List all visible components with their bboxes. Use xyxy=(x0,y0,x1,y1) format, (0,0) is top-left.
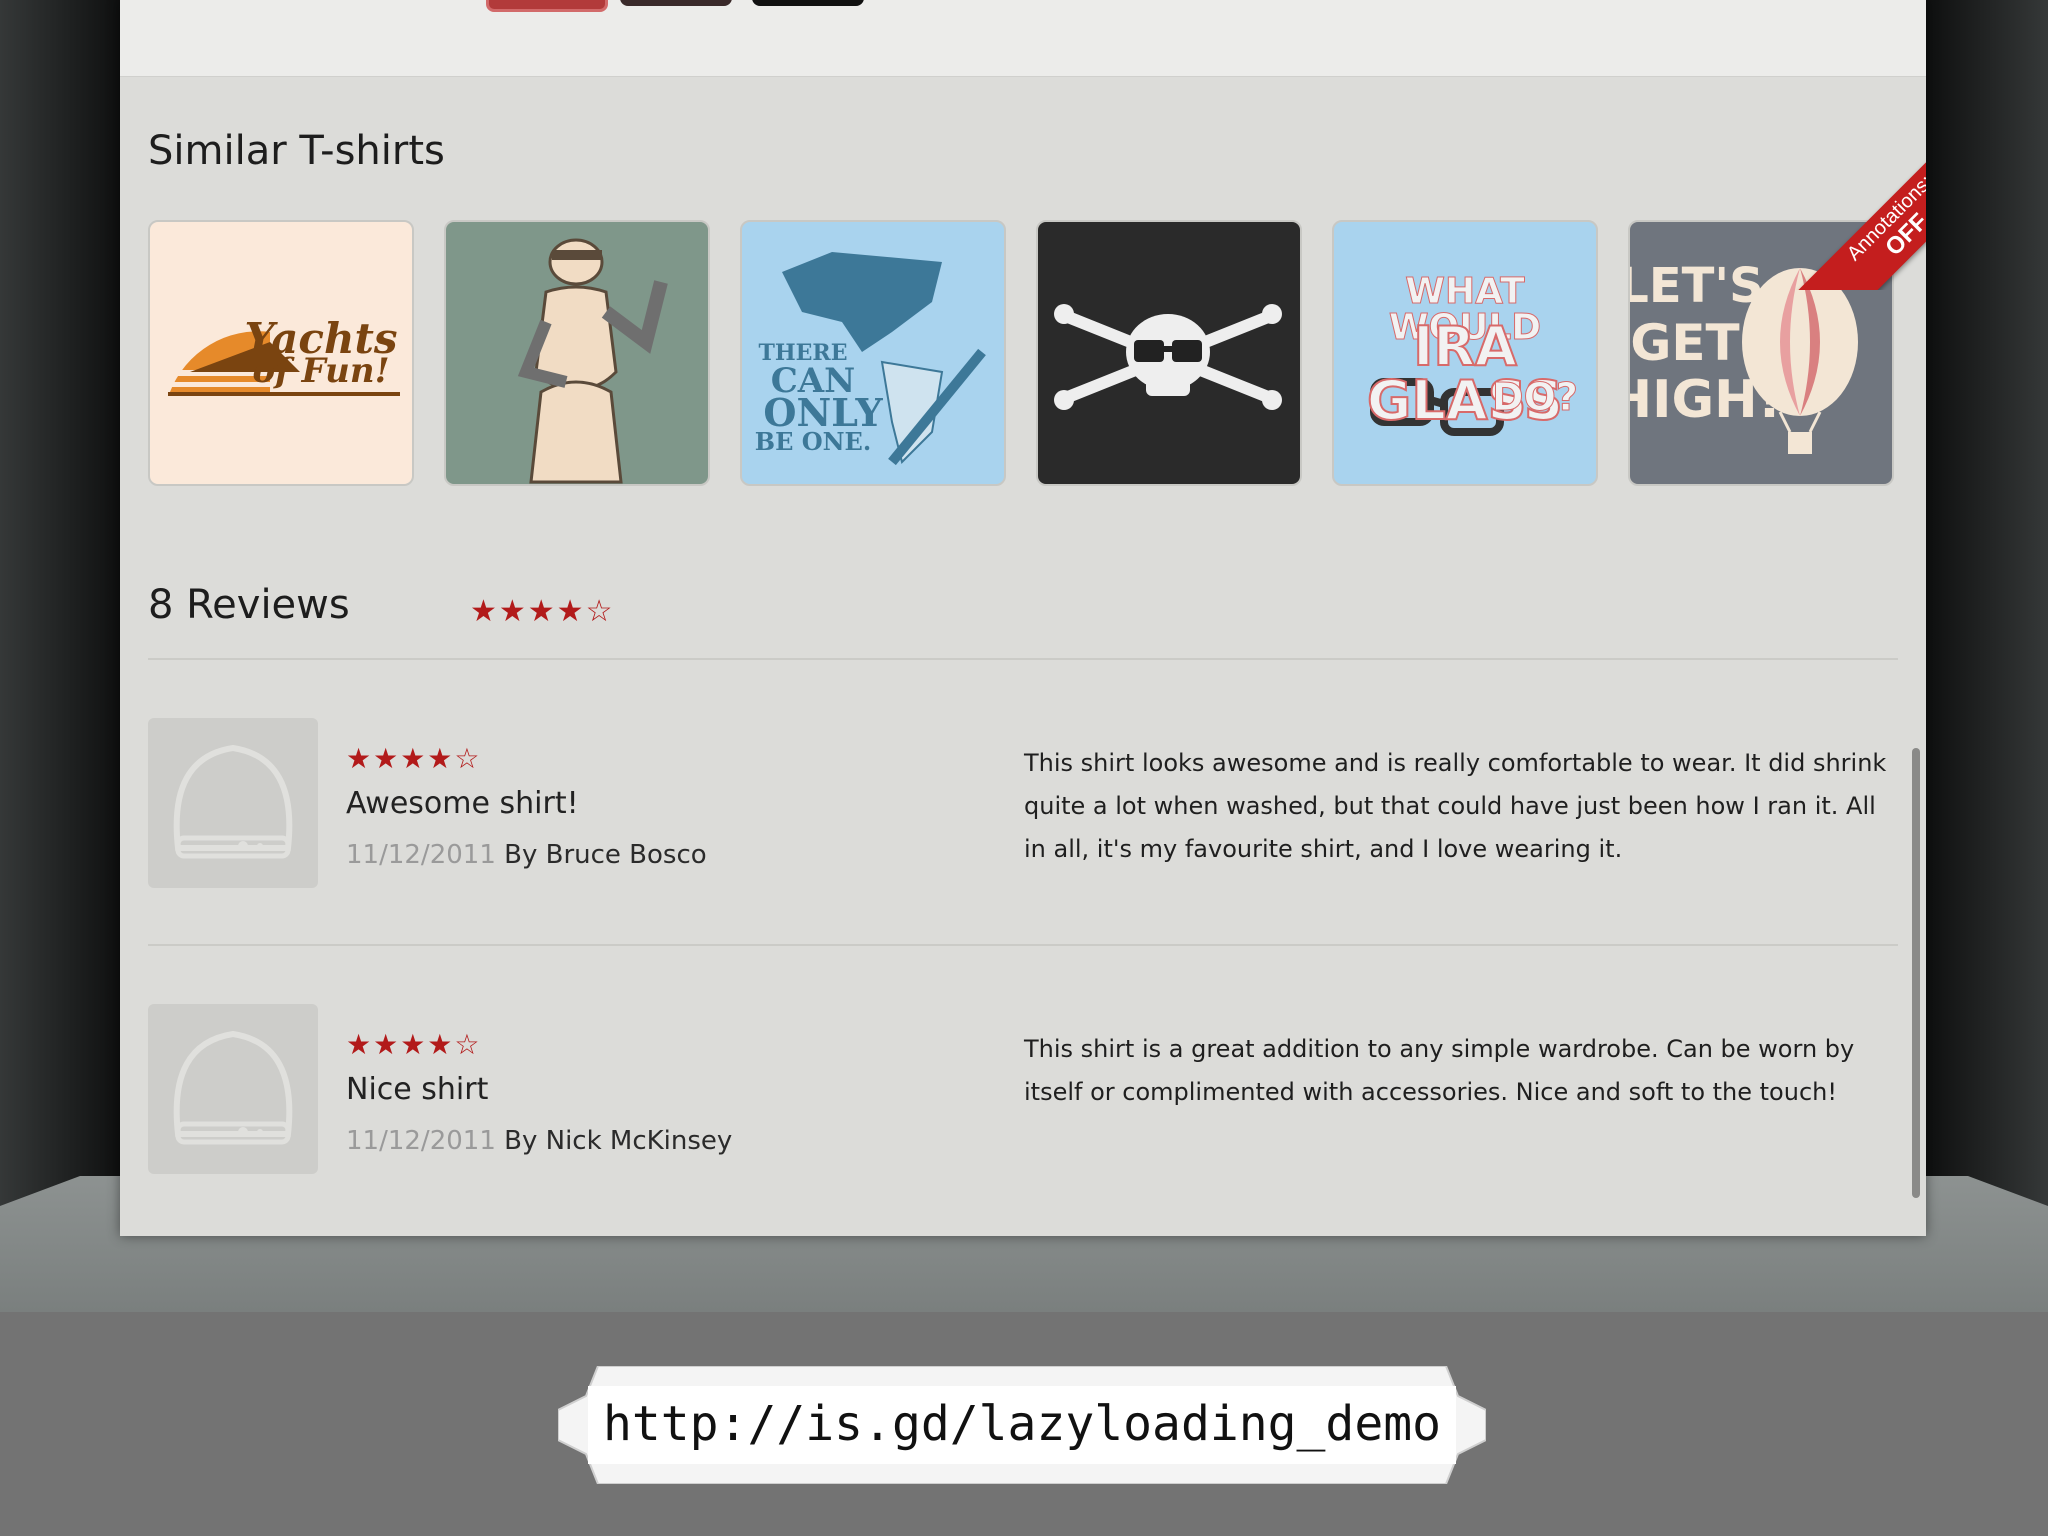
product-header-strip xyxy=(120,0,1926,77)
review-body: This shirt looks awesome and is really c… xyxy=(1024,749,1887,863)
avatar xyxy=(148,1004,318,1174)
scrollbar-thumb[interactable] xyxy=(1912,748,1920,1198)
skull-icon xyxy=(1054,304,1282,410)
review-stars: ★★★★☆ xyxy=(346,1029,482,1060)
review-meta: 11/12/2011 By Bruce Bosco xyxy=(346,840,707,870)
color-swatch-2[interactable] xyxy=(620,0,732,6)
divider xyxy=(148,944,1898,946)
color-swatch-1[interactable] xyxy=(486,0,608,12)
tshirt-tile-skull-crossbones[interactable] xyxy=(1036,220,1302,486)
astronaut-helmet-icon xyxy=(173,744,293,859)
reviews-count-heading: 8 Reviews xyxy=(148,582,350,628)
review-title: Awesome shirt! xyxy=(346,786,579,821)
divider xyxy=(148,658,1898,660)
reviews-average-stars: ★★★★☆ xyxy=(470,595,615,628)
review-stars: ★★★★☆ xyxy=(346,743,482,774)
review-date: 11/12/2011 xyxy=(346,840,496,870)
review-body: This shirt is a great addition to any si… xyxy=(1024,1035,1855,1106)
similar-tshirts-title: Similar T-shirts xyxy=(148,128,445,174)
review-title: Nice shirt xyxy=(346,1072,489,1107)
annotations-ribbon-band[interactable]: Annotations: OFF xyxy=(1788,140,1926,290)
tile-text-2: of Fun! xyxy=(252,351,390,391)
color-swatch-3[interactable] xyxy=(752,0,864,6)
review-meta: 11/12/2011 By Nick McKinsey xyxy=(346,1126,732,1156)
astronaut-helmet-icon xyxy=(173,1030,293,1145)
avatar xyxy=(148,718,318,888)
tile-text-6c: HIGH! xyxy=(1630,370,1782,430)
review-date: 11/12/2011 xyxy=(346,1126,496,1156)
url-label: http://is.gd/lazyloading_demo xyxy=(558,1366,1486,1484)
tshirt-tile-yachts-of-fun[interactable]: Yachts of Fun! xyxy=(148,220,414,486)
review-author: By Nick McKinsey xyxy=(504,1126,733,1156)
annotations-ribbon[interactable]: Annotations: OFF xyxy=(1760,140,1926,290)
tile-text-6b: GET xyxy=(1630,314,1740,372)
tile-text-3d: BE ONE. xyxy=(754,427,872,456)
tshirt-tile-there-can-only-be-one[interactable]: THERE CAN ONLY BE ONE. xyxy=(740,220,1006,486)
demo-url[interactable]: http://is.gd/lazyloading_demo xyxy=(558,1396,1486,1452)
tile-text-5c: DO? xyxy=(1492,375,1579,419)
venus-robot-graphic xyxy=(517,238,668,484)
browser-viewport: Similar T-shirts Yachts of Fun! THERE CA… xyxy=(120,0,1926,1236)
review-author: By Bruce Bosco xyxy=(504,840,707,870)
tshirt-tile-venus-robot[interactable] xyxy=(444,220,710,486)
tshirt-tile-ira-glass[interactable]: WHAT WOULD IRA GLASS DO? xyxy=(1332,220,1598,486)
